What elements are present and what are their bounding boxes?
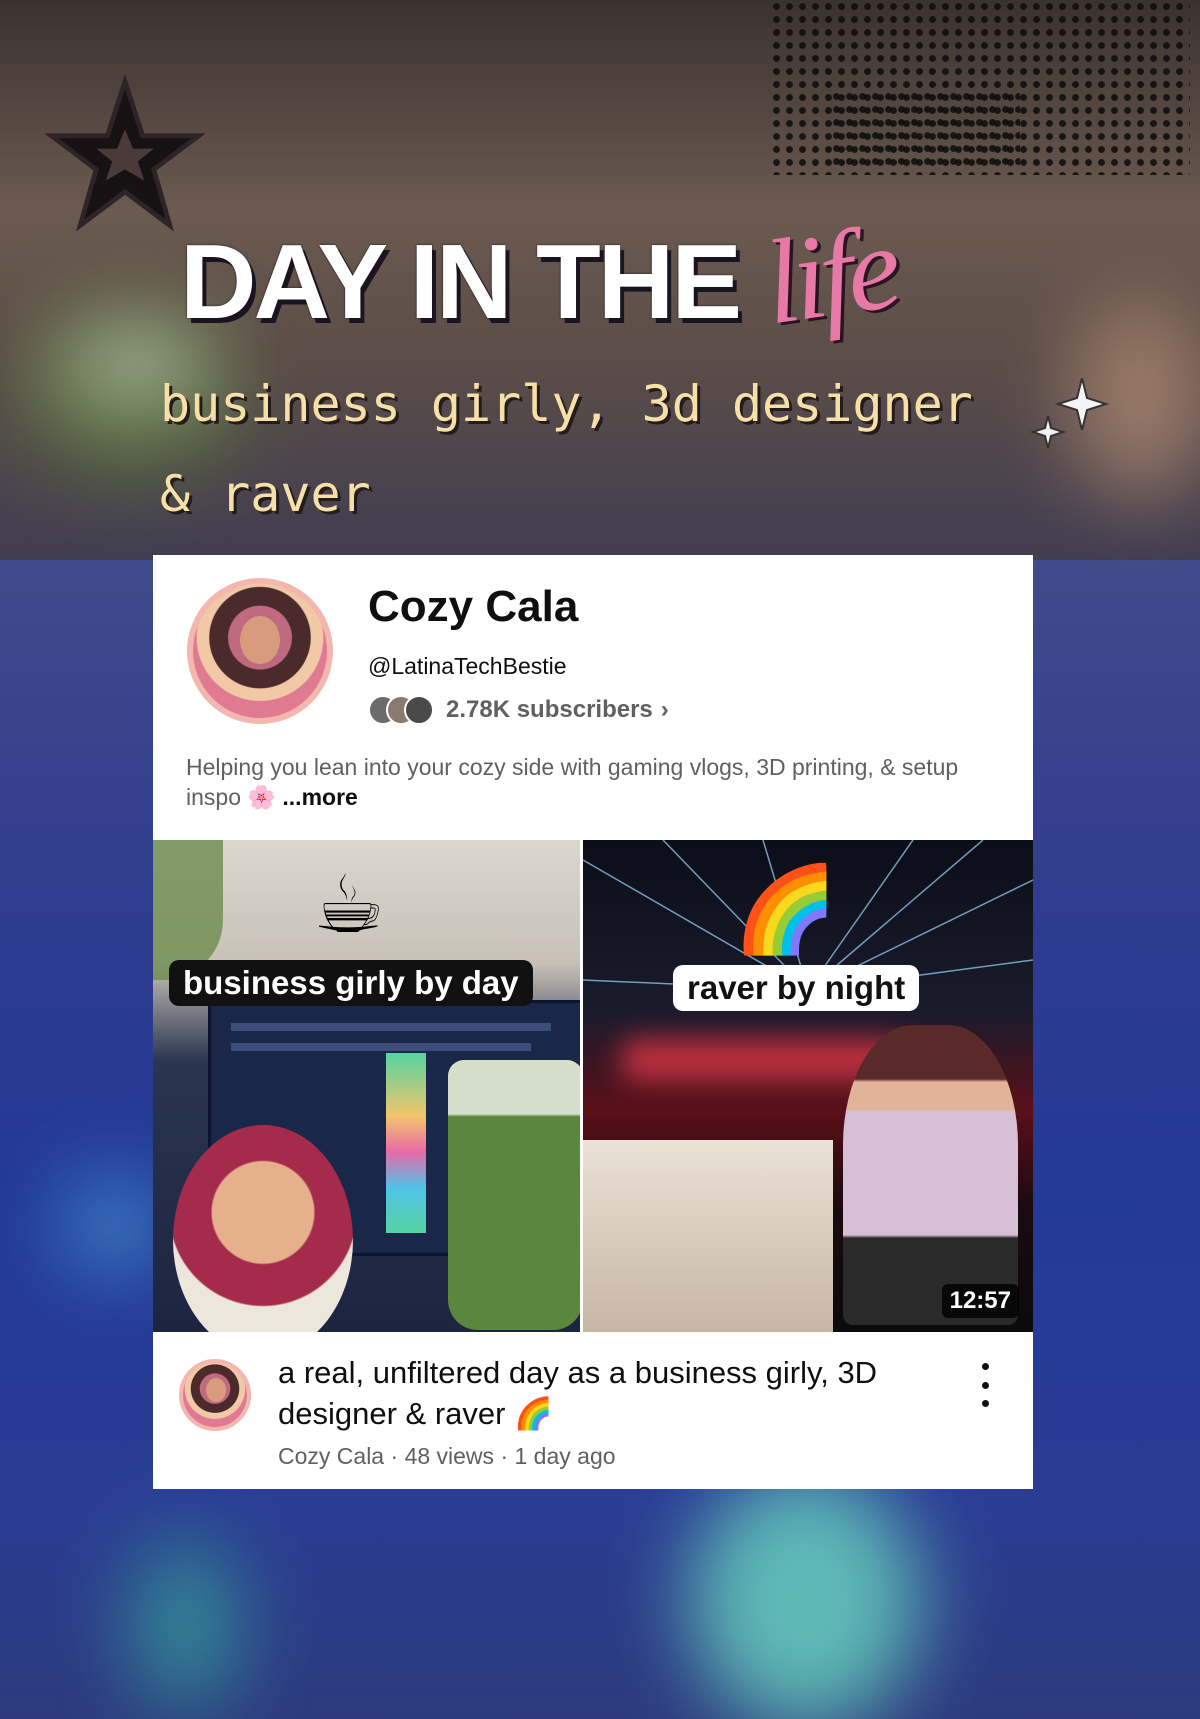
- sparkles-icon: [1030, 378, 1110, 449]
- avatar-face: [240, 616, 280, 664]
- halftone-dots-lower: [830, 90, 1020, 170]
- more-vertical-icon[interactable]: [973, 1363, 997, 1407]
- video-meta: Cozy Cala · 48 views · 1 day ago: [278, 1443, 616, 1470]
- chevron-right-icon: ›: [660, 696, 669, 723]
- video-age: 1 day ago: [514, 1443, 616, 1469]
- kandi-sticker: [583, 1140, 833, 1332]
- kebab-dot: [981, 1381, 989, 1389]
- headline-main: DAY IN THE: [180, 223, 742, 341]
- meta-separator: ·: [390, 1443, 399, 1469]
- kebab-dot: [981, 1400, 989, 1407]
- video-channel-avatar[interactable]: [179, 1359, 251, 1431]
- flower-icon: 🌸: [247, 784, 277, 810]
- video-channel-name[interactable]: Cozy Cala: [278, 1443, 384, 1469]
- subscriber-count: 2.78K subscribers: [446, 696, 653, 723]
- headline: DAY IN THE life: [180, 200, 903, 350]
- channel-avatar[interactable]: [187, 578, 333, 724]
- matcha-cup: [448, 1060, 580, 1330]
- subscribers-row[interactable]: 2.78K subscribers ›: [368, 695, 669, 725]
- thumbnail-day-half: ☕ business girly by day: [153, 840, 580, 1332]
- screen-glow-3: [130, 1540, 240, 1710]
- screen-row: [231, 1023, 551, 1031]
- coffee-icon: ☕: [313, 858, 385, 951]
- video-thumbnail[interactable]: ☕ business girly by day 🌈 raver by night…: [153, 840, 1033, 1332]
- screen-row: [231, 1043, 531, 1051]
- video-views: 48 views: [404, 1443, 495, 1469]
- rainbow-icon: 🌈: [733, 860, 838, 958]
- thumbnail-day-label: business girly by day: [169, 960, 533, 1006]
- avatar-face: [206, 1378, 226, 1402]
- channel-handle: @LatinaTechBestie: [368, 653, 567, 679]
- person-night: [843, 1025, 1018, 1325]
- kebab-dot: [981, 1363, 989, 1370]
- meta-separator: ·: [500, 1443, 509, 1469]
- more-link[interactable]: ...more: [282, 784, 357, 810]
- rainbow-icon: 🌈: [514, 1396, 553, 1431]
- plant-shape: [153, 840, 223, 980]
- screen-glow: [690, 1470, 920, 1719]
- channel-card: Cozy Cala @LatinaTechBestie 2.78K subscr…: [153, 555, 1033, 1489]
- subtitle-line-2: & raver: [160, 465, 371, 523]
- thumbnail-night-label: raver by night: [673, 965, 920, 1011]
- channel-name[interactable]: Cozy Cala: [368, 582, 578, 632]
- subscriber-avatar: [404, 695, 434, 725]
- calendar-column: [386, 1053, 426, 1233]
- headline-script: life: [756, 199, 903, 350]
- thumbnail-night-half: 🌈 raver by night 12:57: [583, 840, 1033, 1332]
- channel-description[interactable]: Helping you lean into your cozy side wit…: [186, 752, 1006, 812]
- video-title[interactable]: a real, unfiltered day as a business gir…: [278, 1352, 928, 1434]
- video-title-text: a real, unfiltered day as a business gir…: [278, 1355, 878, 1431]
- video-duration: 12:57: [941, 1284, 1019, 1318]
- subtitle-line-1: business girly, 3d designer: [160, 375, 973, 433]
